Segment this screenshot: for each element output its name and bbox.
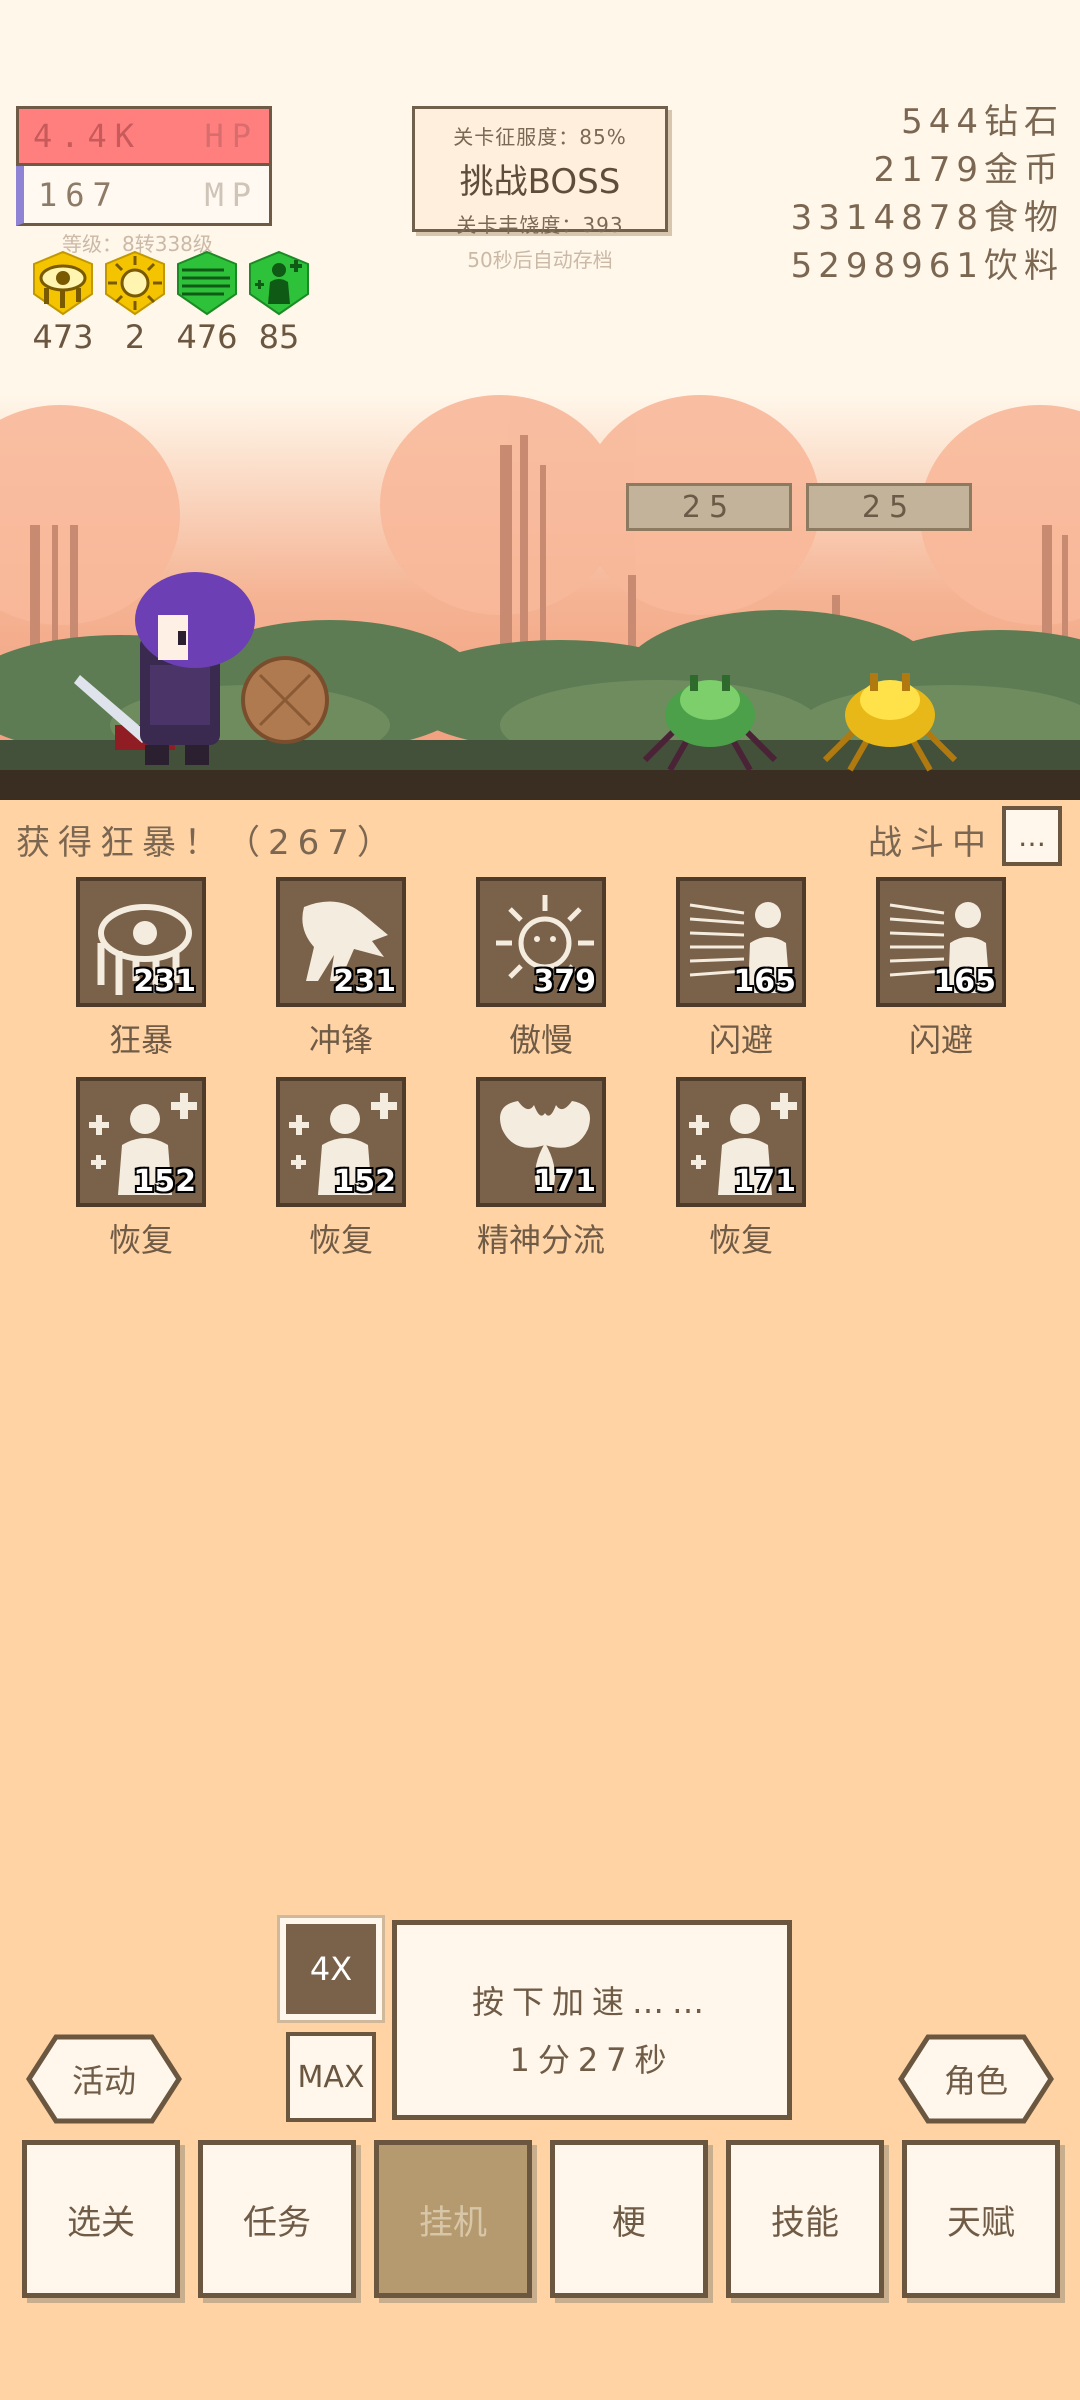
challenge-boss-label: 挑战BOSS [459, 162, 621, 202]
enemy-timer: 25 [626, 483, 792, 531]
skill-name: 恢复 [308, 1221, 373, 1259]
character-button[interactable]: 角色 [898, 2034, 1054, 2124]
battle-log-message: 获得狂暴！（267） [16, 823, 399, 863]
hp-label: HP [204, 117, 259, 155]
autosave-notice: 50秒后自动存档 [467, 248, 613, 272]
skill-name: 恢复 [708, 1221, 773, 1259]
hp-value: 4.4K [33, 117, 143, 155]
heal-plus-icon[interactable] [246, 250, 312, 316]
gold-count: 2179金币 [873, 150, 1064, 190]
skill-pride[interactable]: 379 傲慢 [476, 877, 606, 1061]
skill-count: 231 [133, 964, 196, 999]
weeping-eye-icon[interactable] [30, 250, 96, 316]
battle-scene [0, 395, 1080, 800]
dodge-figure-icon: 165 [676, 877, 806, 1007]
stage-richness: 关卡丰饶度：393 [456, 213, 624, 237]
weeping-eye-icon: 231 [76, 877, 206, 1007]
skill-name: 恢复 [108, 1221, 173, 1259]
nav-skills[interactable]: 技能 [726, 2140, 884, 2298]
speed-max-button[interactable]: MAX [286, 2032, 376, 2122]
skill-count: 165 [933, 964, 996, 999]
speed-lines-icon[interactable] [174, 250, 240, 316]
skill-count: 171 [533, 1164, 596, 1199]
diamond-count: 544钻石 [901, 102, 1064, 142]
skill-count: 152 [133, 1164, 196, 1199]
heal-plus-icon: 171 [676, 1077, 806, 1207]
skill-count: 231 [333, 964, 396, 999]
heal-plus-icon: 152 [76, 1077, 206, 1207]
food-count: 3314878食物 [790, 198, 1064, 238]
buff-count: 476 [176, 318, 238, 356]
skill-count: 165 [733, 964, 796, 999]
skill-dodge[interactable]: 165 闪避 [676, 877, 806, 1061]
hp-bar: 4.4K HP [16, 106, 272, 166]
brain-split-icon: 171 [476, 1077, 606, 1207]
speed-4x-button[interactable]: 4X [277, 1915, 385, 2023]
nav-talents[interactable]: 天赋 [902, 2140, 1060, 2298]
skill-recover[interactable]: 171 恢复 [676, 1077, 806, 1261]
speed-up-timer: 1分27秒 [509, 2041, 675, 2079]
buff-count: 473 [32, 318, 94, 356]
skill-charge[interactable]: 231 冲锋 [276, 877, 406, 1061]
charging-bull-icon: 231 [276, 877, 406, 1007]
nav-stage-select[interactable]: 选关 [22, 2140, 180, 2298]
skill-count: 171 [733, 1164, 796, 1199]
speed-up-prompt: 按下加速…… [471, 1983, 712, 2021]
mp-bar: 167 MP [16, 166, 272, 226]
mp-label: MP [204, 175, 259, 214]
nav-idle[interactable]: 挂机 [374, 2140, 532, 2298]
skill-dodge[interactable]: 165 闪避 [876, 877, 1006, 1061]
sun-face-icon: 379 [476, 877, 606, 1007]
dodge-figure-icon: 165 [876, 877, 1006, 1007]
character-label: 角色 [943, 2062, 1008, 2100]
battle-state: 战斗中 [868, 823, 994, 863]
skill-mind-split[interactable]: 171 精神分流 [476, 1077, 606, 1261]
more-button[interactable]: … [1002, 806, 1062, 866]
skill-name: 闪避 [708, 1021, 773, 1059]
heal-plus-icon: 152 [276, 1077, 406, 1207]
activity-button[interactable]: 活动 [26, 2034, 182, 2124]
drink-count: 5298961饮料 [790, 246, 1064, 286]
skill-berserk[interactable]: 231 狂暴 [76, 877, 206, 1061]
skill-name: 闪避 [908, 1021, 973, 1059]
buff-count: 2 [124, 318, 146, 356]
skill-recover[interactable]: 152 恢复 [276, 1077, 406, 1261]
skill-count: 379 [533, 964, 596, 999]
stage-conquest: 关卡征服度：85% [453, 125, 627, 149]
nav-tasks[interactable]: 任务 [198, 2140, 356, 2298]
enemy-timer: 25 [806, 483, 972, 531]
skill-name: 冲锋 [308, 1021, 373, 1059]
skill-count: 152 [333, 1164, 396, 1199]
activity-label: 活动 [71, 2062, 136, 2100]
nav-memes[interactable]: 梗 [550, 2140, 708, 2298]
skill-name: 精神分流 [476, 1221, 605, 1259]
sun-face-icon[interactable] [102, 250, 168, 316]
challenge-boss-button[interactable]: 关卡征服度：85% 挑战BOSS 关卡丰饶度：393 [412, 106, 668, 237]
skill-recover[interactable]: 152 恢复 [76, 1077, 206, 1261]
skill-name: 傲慢 [508, 1021, 573, 1059]
skill-name: 狂暴 [108, 1021, 173, 1059]
mp-value: 167 [38, 175, 120, 214]
buff-count: 85 [258, 318, 300, 356]
speed-up-button[interactable]: 按下加速…… 1分27秒 [392, 1920, 792, 2120]
